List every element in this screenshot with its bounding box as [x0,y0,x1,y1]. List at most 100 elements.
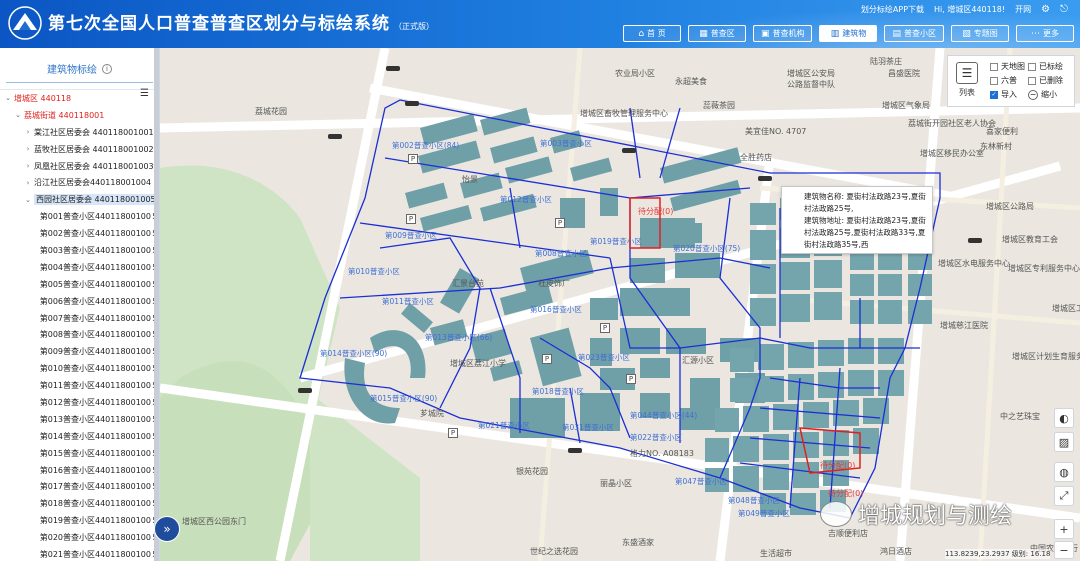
parking-icon: P [408,154,418,164]
tree-item[interactable]: 第007普查小区44011800100５ [0,310,159,327]
info-icon[interactable]: i [102,63,112,74]
tree-item[interactable]: 第013普查小区44011800100５ [0,411,159,428]
tree-item-label: 西园社区居委会 440118001005 [34,194,158,206]
tree-item-label: 沿江社区居委会440118001004 [34,178,152,188]
tree-item[interactable]: 第009普查小区44011800100５ [0,343,159,360]
checkbox-plotted[interactable]: 已标绘 [1028,61,1066,72]
list-button[interactable]: ☰ 列表 [954,62,980,98]
checkbox-box[interactable] [990,76,998,85]
map-canvas[interactable]: P P P P P P P 陆羽茶庄 农业局小区 永超美食 增城区公安局 公路监… [160,48,1080,561]
tree-item[interactable]: ⌄ 西园社区居委会 440118001005 [0,191,159,208]
tree-item[interactable]: 第011普查小区44011800100５ [0,377,159,394]
shrink-button[interactable]: − 缩小 [1028,89,1066,100]
tree-item[interactable]: ⌄ 荔城街道 440118001 [0,107,159,124]
tree-item[interactable]: 第015普查小区44011800100５ [0,445,159,462]
collapse-sidebar-button[interactable]: » [154,516,180,542]
tree-item[interactable]: ⌄ 增城区 440118 [0,90,159,107]
tree-item[interactable]: 第018普查小区44011800100５ [0,495,159,512]
image-layer-icon[interactable]: ▨ [1054,432,1074,452]
tree-item[interactable]: 第001普查小区44011800100５ [0,208,159,225]
tree-item[interactable]: 第016普查小区44011800100５ [0,462,159,479]
map-poi-label: 中之艺珠宝 [1000,412,1040,421]
tree-item[interactable]: 第005普查小区44011800100５ [0,276,159,293]
tree-item-label: 第008普查小区44011800100５ [39,330,159,340]
globe-icon[interactable]: ◍ [1054,462,1074,482]
fullscreen-icon[interactable]: ⤢ [1054,486,1074,506]
map-poi-label: 增城区公路局 [986,202,1034,211]
main-nav: ⌂ 首 页 ▦ 普查区 ▣ 普查机构 ▥ 建筑物 ▤ 普查小区 ▧ 专题图 ⋯ 更多 [622,25,1074,42]
checkbox-box-checked[interactable]: ✓ [990,90,998,99]
title-divider [6,82,153,83]
census-zone-label: 第022普查小区 [630,433,682,442]
list-icon: ☰ [956,62,978,84]
tree-item[interactable]: 第020普查小区44011800100５ [0,529,159,546]
census-zone-label: 第047普查小区 [675,477,727,486]
tree-item-label: 第016普查小区44011800100５ [39,465,159,475]
tree-item[interactable]: 第014普查小区44011800100５ [0,428,159,445]
chevron-right-icon[interactable]: › [24,179,32,187]
sidebar-scrollbar[interactable] [154,48,159,561]
tree-item[interactable]: 第010普查小区44011800100５ [0,360,159,377]
parking-icon: P [626,374,636,384]
tree-item[interactable]: › 沿江社区居委会440118001004 [0,174,159,191]
map-poi-label: 银苑花园 [516,467,548,476]
nav-home-button[interactable]: ⌂ 首 页 [622,25,681,42]
tree-item[interactable]: › 凤凰社区居委会 440118001003 [0,158,159,175]
map-poi-label: 杜皮饰厂 [538,279,570,288]
chevron-down-icon[interactable]: ⌄ [4,94,12,102]
exit-icon[interactable]: ⎋ [1060,4,1068,15]
tree-item-label: 凤凰社区居委会 440118001003 [34,161,154,171]
tree-item[interactable]: 第003普查小区44011800100５ [0,242,159,259]
tree-item[interactable]: 第012普查小区44011800100５ [0,394,159,411]
chevron-right-icon[interactable]: › [24,145,32,153]
menu-icon[interactable]: ☰ [140,88,149,99]
tree-item[interactable]: › 棠江社区居委会 440118001001 [0,124,159,141]
tree-item[interactable]: 第006普查小区44011800100５ [0,293,159,310]
scrollbar-thumb[interactable] [154,48,159,561]
nav-census-area-button[interactable]: ▦ 普查区 [687,25,746,42]
parking-icon: P [406,214,416,224]
tree-item[interactable]: 第019普查小区44011800100５ [0,512,159,529]
unassigned-label: 待分配(0) [638,207,674,216]
nav-more-button[interactable]: ⋯ 更多 [1016,25,1074,42]
nav-census-cell-button[interactable]: ▤ 普查小区 [884,25,944,42]
tree-item[interactable]: 第004普查小区44011800100５ [0,259,159,276]
tree-item[interactable]: 第002普查小区44011800100５ [0,225,159,242]
map-poi-label: 汇源小区 [682,356,714,365]
checkbox-box[interactable] [1028,76,1036,85]
tree-item[interactable]: 第008普查小区44011800100５ [0,326,159,343]
checkbox-box[interactable] [1028,62,1036,71]
tree-item[interactable]: 第017普查小区44011800100５ [0,478,159,495]
zoom-out-icon[interactable]: − [1054,541,1074,559]
checkbox-box[interactable] [990,62,998,71]
more-icon: ⋯ [1031,28,1040,39]
tree-item-label: 第006普查小区44011800100５ [39,296,159,306]
chart-icon: ▧ [962,28,971,39]
map-poi-label: 增城区移民办公室 [920,149,984,158]
checkbox-import[interactable]: ✓ 导入 [990,89,1028,100]
parking-icon: P [448,428,458,438]
open-link[interactable]: 开网 [1015,4,1031,15]
nav-census-org-button[interactable]: ▣ 普查机构 [752,25,813,42]
chevron-down-icon[interactable]: ⌄ [24,196,32,204]
settings-icon[interactable]: ⚙ [1041,4,1050,15]
map-poi-label: 美宜佳NO. 4707 [745,127,807,136]
sidebar: 建筑物标绘 i ⌄ 增城区 440118 ⌄ 荔城街道 440118001 › 棠江社区居… [0,48,160,561]
checkbox-tianditu[interactable]: 天地图 [990,61,1028,72]
tree-item-label: 第011普查小区44011800100５ [39,381,159,391]
palette-icon[interactable]: ◐ [1054,408,1074,428]
checkbox-sixth-census[interactable]: 六普 [990,75,1028,86]
checkbox-deleted[interactable]: 已删除 [1028,75,1066,86]
zoom-in-icon[interactable]: + [1054,519,1074,539]
tree-item[interactable]: › 蓝牧社区居委会 440118001002 [0,141,159,158]
user-greeting: Hi, 增城区440118! [934,5,1006,14]
nav-building-button[interactable]: ▥ 建筑物 [819,25,878,42]
zoom-controls-bottom: − [1054,541,1074,559]
chevron-down-icon[interactable]: ⌄ [14,111,22,119]
app-download-link[interactable]: 划分标绘APP下载 [861,4,924,15]
chevron-right-icon[interactable]: › [24,128,32,136]
tree-item[interactable]: 第021普查小区44011800100５ [0,546,159,561]
nav-thematic-map-button[interactable]: ▧ 专题图 [951,25,1009,42]
tree-item-label: 第004普查小区44011800100５ [39,262,159,272]
chevron-right-icon[interactable]: › [24,162,32,170]
